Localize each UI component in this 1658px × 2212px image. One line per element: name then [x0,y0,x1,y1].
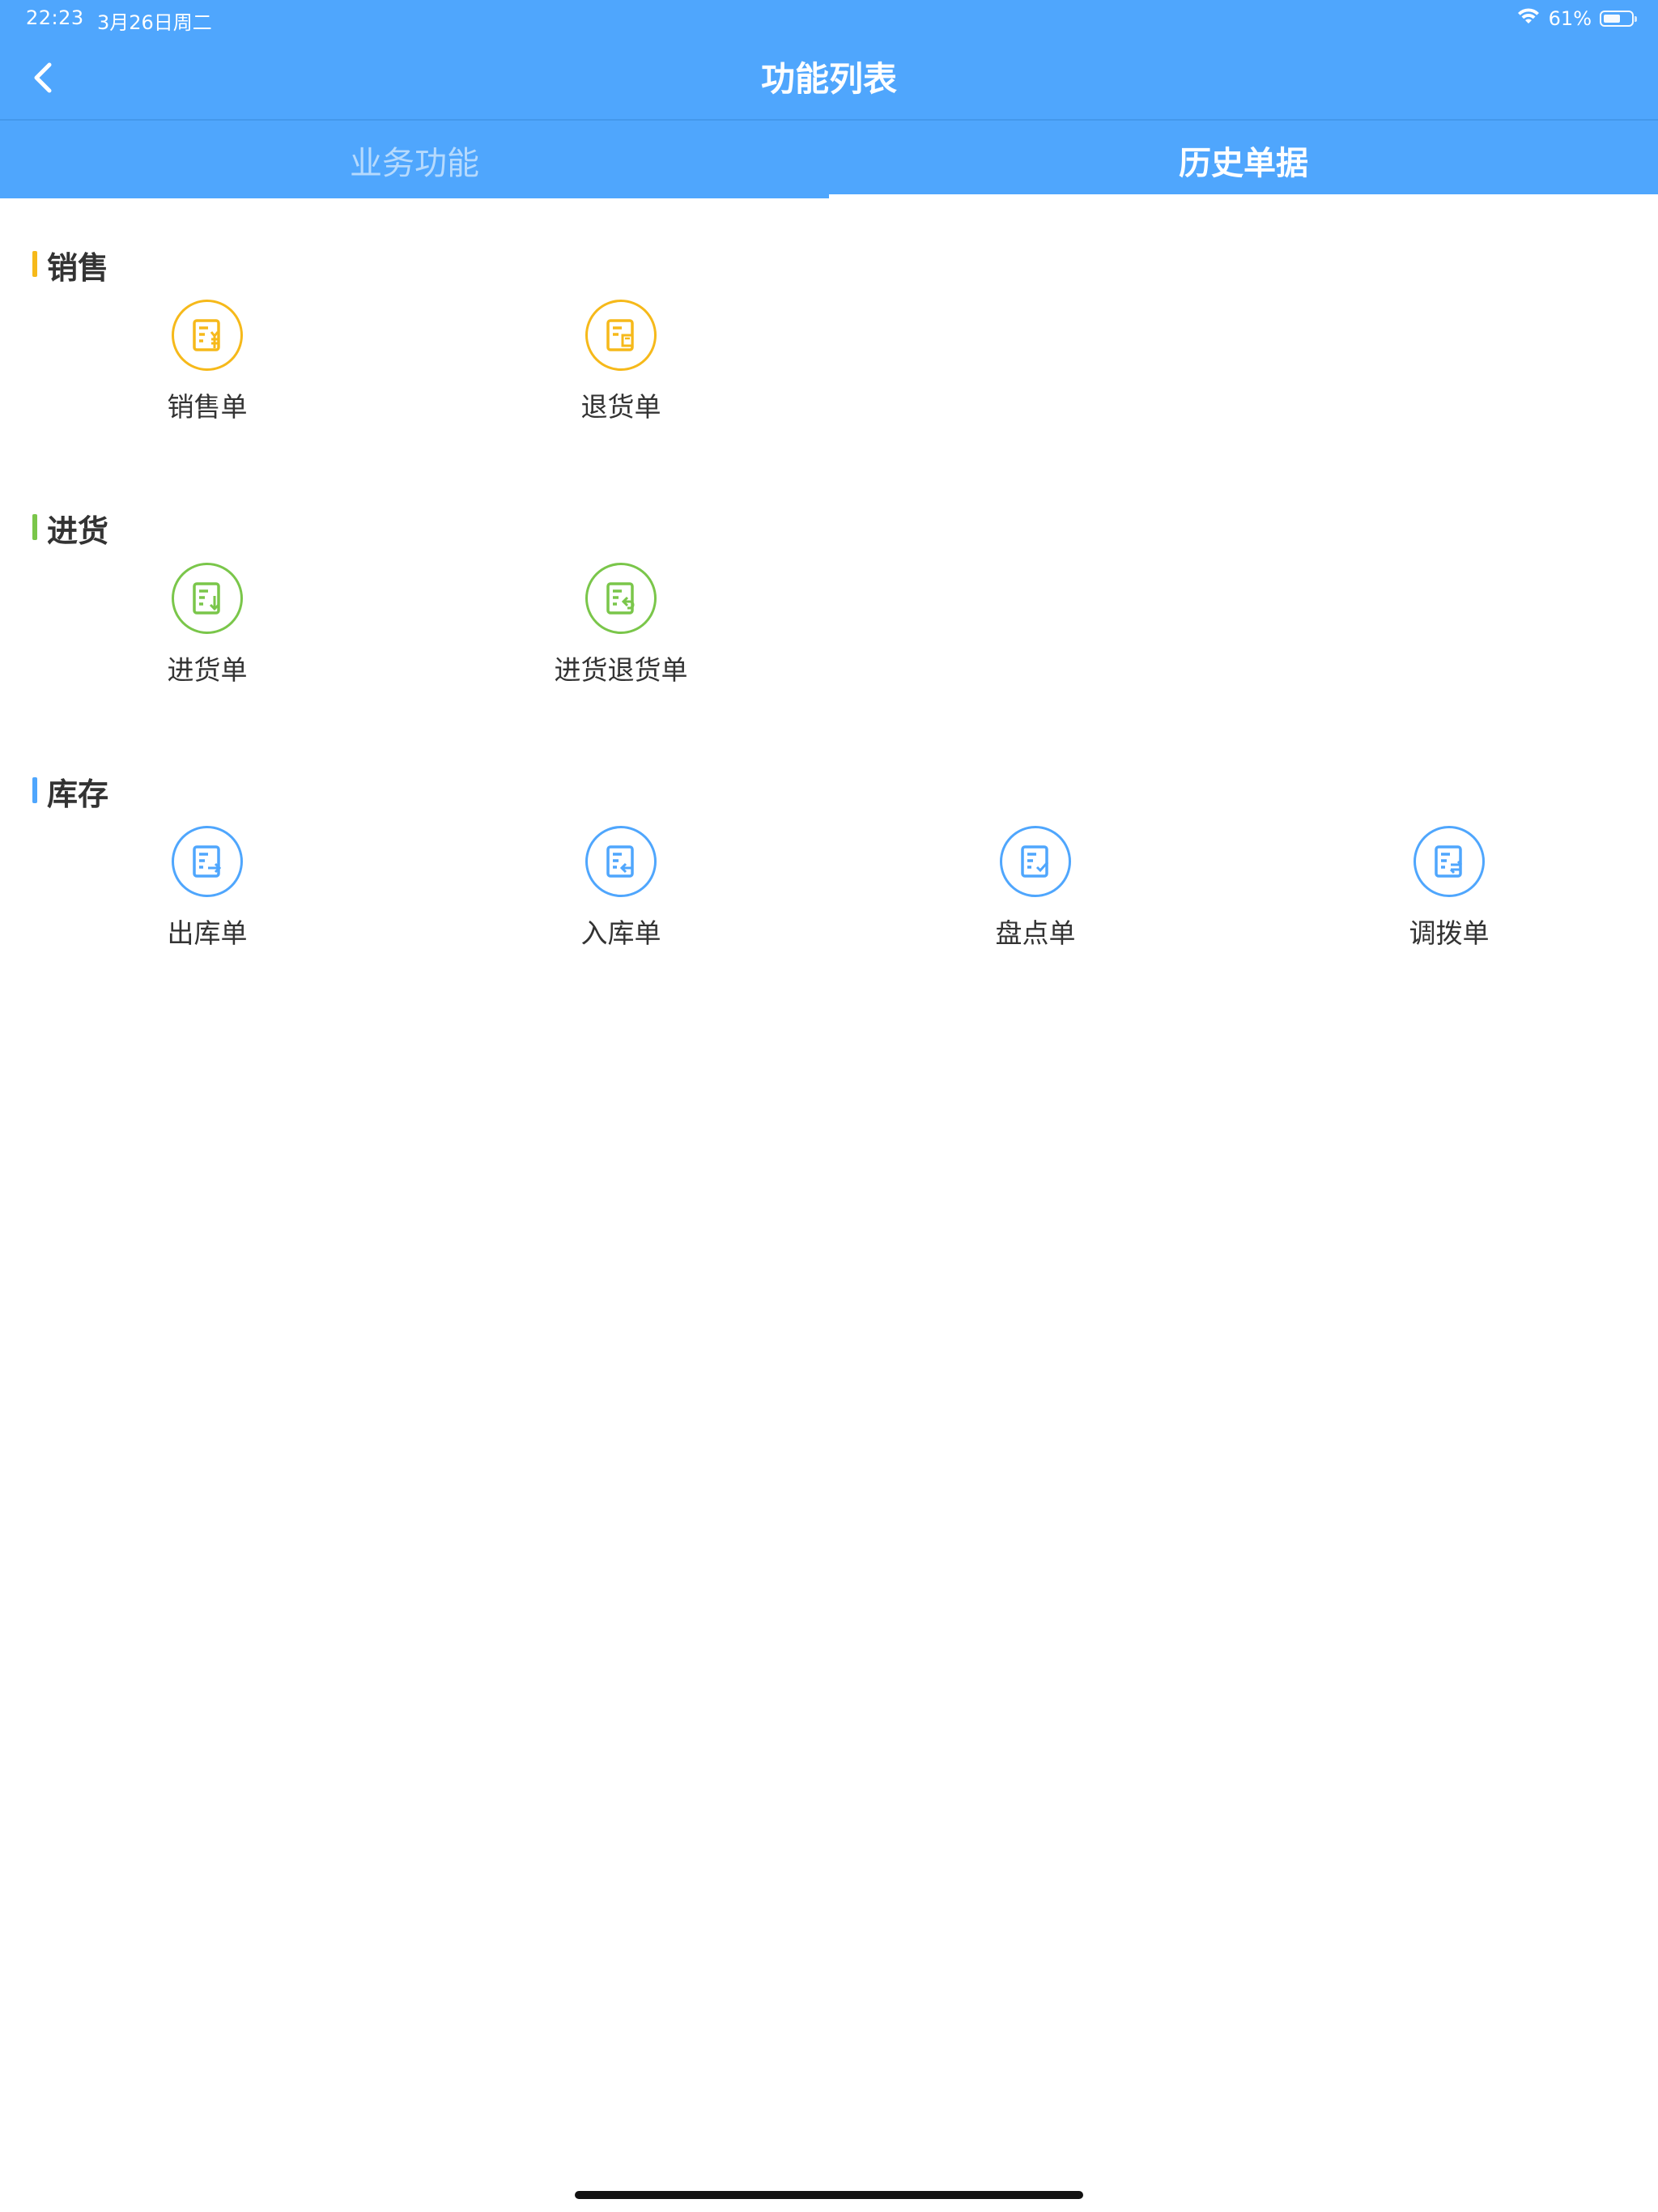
stocktake-item[interactable]: 盘点单 [930,826,1141,951]
status-date: 3月26日周二 [97,11,212,34]
battery-icon [1600,11,1637,27]
purchase-order-icon [172,563,243,634]
tab-label: 历史单据 [1179,144,1308,182]
section-title: 库存 [47,776,109,812]
item-label: 进货退货单 [554,654,688,686]
section-marker [32,777,37,803]
item-label: 进货单 [167,654,248,686]
home-indicator [575,2191,1083,2199]
stock-in-item[interactable]: 入库单 [516,826,726,951]
tab-label: 业务功能 [350,144,479,182]
status-right: 61% [1516,5,1637,32]
battery-fill [1604,15,1620,23]
battery-cap [1635,16,1637,22]
purchase-order-item[interactable]: 进货单 [102,563,312,687]
section-title: 销售 [47,250,109,286]
item-label: 入库单 [580,917,661,949]
header: 22:23 3月26日周二 61% 功能列表 业务功能 历史单据 [0,0,1658,198]
tab-business-functions[interactable]: 业务功能 [0,121,829,198]
item-label: 退货单 [580,391,661,423]
stock-in-icon [585,826,657,897]
section-marker [32,514,37,540]
purchase-return-item[interactable]: 进货退货单 [516,563,726,687]
section-title: 进货 [47,513,109,549]
return-order-icon [585,300,657,371]
transfer-icon [1414,826,1485,897]
stock-out-icon [172,826,243,897]
status-time: 22:23 [26,6,84,29]
item-label: 调拨单 [1409,917,1490,949]
battery-percent: 61% [1548,7,1592,30]
tab-history-documents[interactable]: 历史单据 [829,121,1658,198]
sales-order-icon [172,300,243,371]
tab-active-indicator [829,194,1658,198]
item-label: 销售单 [167,391,248,423]
wifi-icon [1516,7,1541,30]
stock-out-item[interactable]: 出库单 [102,826,312,951]
item-label: 出库单 [167,917,248,949]
page-title: 功能列表 [760,59,897,99]
purchase-return-icon [585,563,657,634]
sales-order-item[interactable]: 销售单 [102,300,312,424]
section-marker [32,251,37,277]
transfer-item[interactable]: 调拨单 [1344,826,1554,951]
item-label: 盘点单 [995,917,1076,949]
nav-divider [0,119,1658,121]
stocktake-icon [1000,826,1071,897]
return-order-item[interactable]: 退货单 [516,300,726,424]
